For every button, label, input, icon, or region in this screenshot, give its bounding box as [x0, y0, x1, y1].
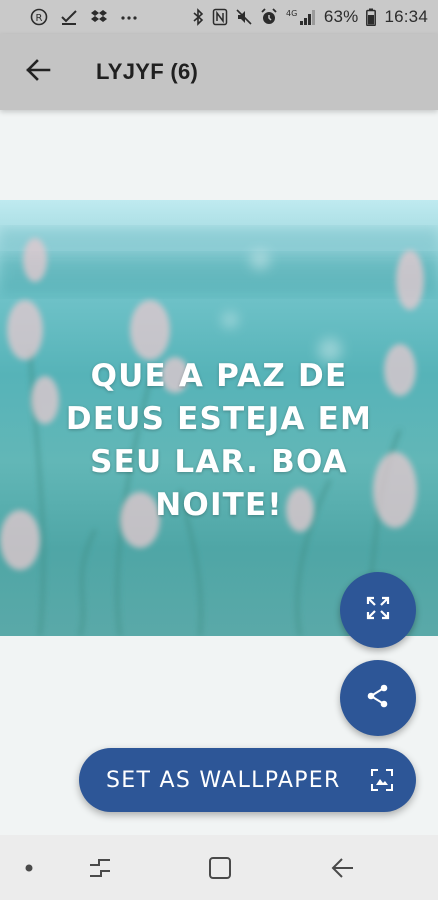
app-bar: LYJYF (6): [0, 34, 438, 110]
svg-text:R: R: [36, 13, 43, 24]
status-right-icons: 4G 63% 16:34: [192, 7, 428, 27]
share-button[interactable]: [340, 660, 416, 736]
set-wallpaper-button[interactable]: SET AS WALLPAPER: [79, 748, 416, 812]
page-title: LYJYF (6): [96, 59, 199, 84]
arrow-left-icon: [25, 57, 51, 88]
r-circle-icon: R: [30, 8, 48, 26]
fullscreen-icon: [365, 595, 391, 626]
more-dots-icon: [120, 8, 138, 26]
download-check-icon: [60, 8, 78, 26]
wallpaper-image[interactable]: QUE A PAZ DE DEUS ESTEJA EM SEU LAR. BOA…: [0, 200, 438, 636]
wallpaper-icon: [370, 768, 394, 792]
recents-icon[interactable]: [75, 835, 125, 900]
status-time: 16:34: [384, 7, 428, 26]
bluetooth-icon: [192, 8, 204, 26]
navigation-bar: [0, 835, 438, 900]
signal-icon: 4G: [286, 8, 316, 26]
fullscreen-button[interactable]: [340, 572, 416, 648]
status-bar: R 4G 63% 16:34: [0, 0, 438, 34]
dot-icon[interactable]: [14, 835, 44, 900]
back-nav-icon[interactable]: [318, 835, 368, 900]
battery-icon: [366, 8, 377, 26]
back-button[interactable]: [10, 44, 66, 100]
share-icon: [365, 683, 391, 714]
status-left-icons: R: [30, 8, 138, 26]
nfc-icon: [212, 8, 228, 26]
alarm-icon: [260, 8, 278, 26]
home-icon[interactable]: [195, 835, 245, 900]
set-wallpaper-label: SET AS WALLPAPER: [106, 767, 341, 793]
mute-icon: [236, 8, 252, 26]
network-label: 4G: [286, 9, 297, 18]
dropbox-icon: [90, 8, 108, 26]
battery-percent: 63%: [323, 7, 359, 26]
quote-text: QUE A PAZ DE DEUS ESTEJA EM SEU LAR. BOA…: [65, 358, 373, 523]
